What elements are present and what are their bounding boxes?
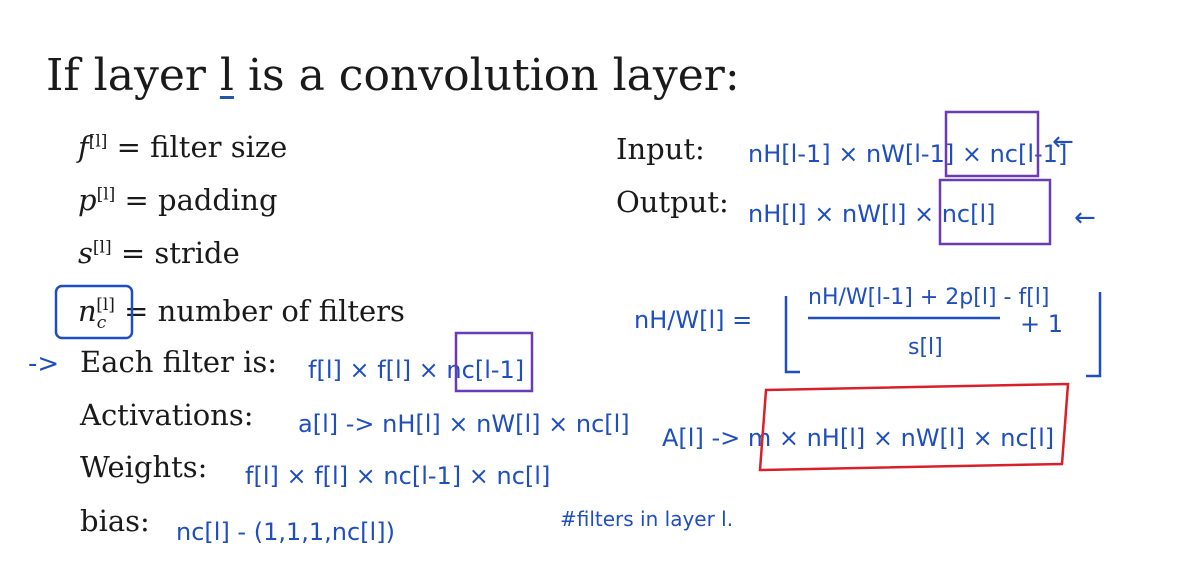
handwriting-layer: -> f[l] × f[l] × nc[l-1] a[l] -> nH[l] ×… [28, 110, 1102, 546]
output-arrow-icon: ← [1074, 203, 1096, 233]
bias-note: #filters in layer l. [560, 507, 733, 531]
bias-expression: nc[l] - (1,1,1,nc[l]) [176, 518, 395, 546]
A-expression: A[l] -> m × nH[l] × nW[l] × nc[l] [662, 424, 1054, 452]
activation-expression: a[l] -> nH[l] × nW[l] × nc[l] [298, 410, 630, 438]
each-filter-arrow-icon: -> [28, 349, 59, 379]
formula-plus-one: + 1 [1020, 310, 1063, 338]
formula-denominator: s[l] [908, 335, 943, 360]
formula-lhs: nH/W[l] = [634, 306, 752, 334]
input-arrow-icon: ← [1052, 127, 1074, 157]
output-expression: nH[l] × nW[l] × nc[l] [748, 200, 996, 228]
nc-highlight-box [54, 284, 134, 340]
input-expression: nH[l-1] × nW[l-1] × nc[l-1] [748, 140, 1067, 168]
filter-expression: f[l] × f[l] × nc[l-1] [308, 356, 524, 384]
weights-expression: f[l] × f[l] × nc[l-1] × nc[l] [245, 462, 550, 490]
lecture-slide: If layer l is a convolution layer: f[l] … [0, 0, 1200, 579]
floor-right-bracket [1086, 292, 1102, 378]
floor-left-bracket [784, 296, 800, 374]
formula-numerator: nH/W[l-1] + 2p[l] - f[l] [808, 285, 1049, 310]
